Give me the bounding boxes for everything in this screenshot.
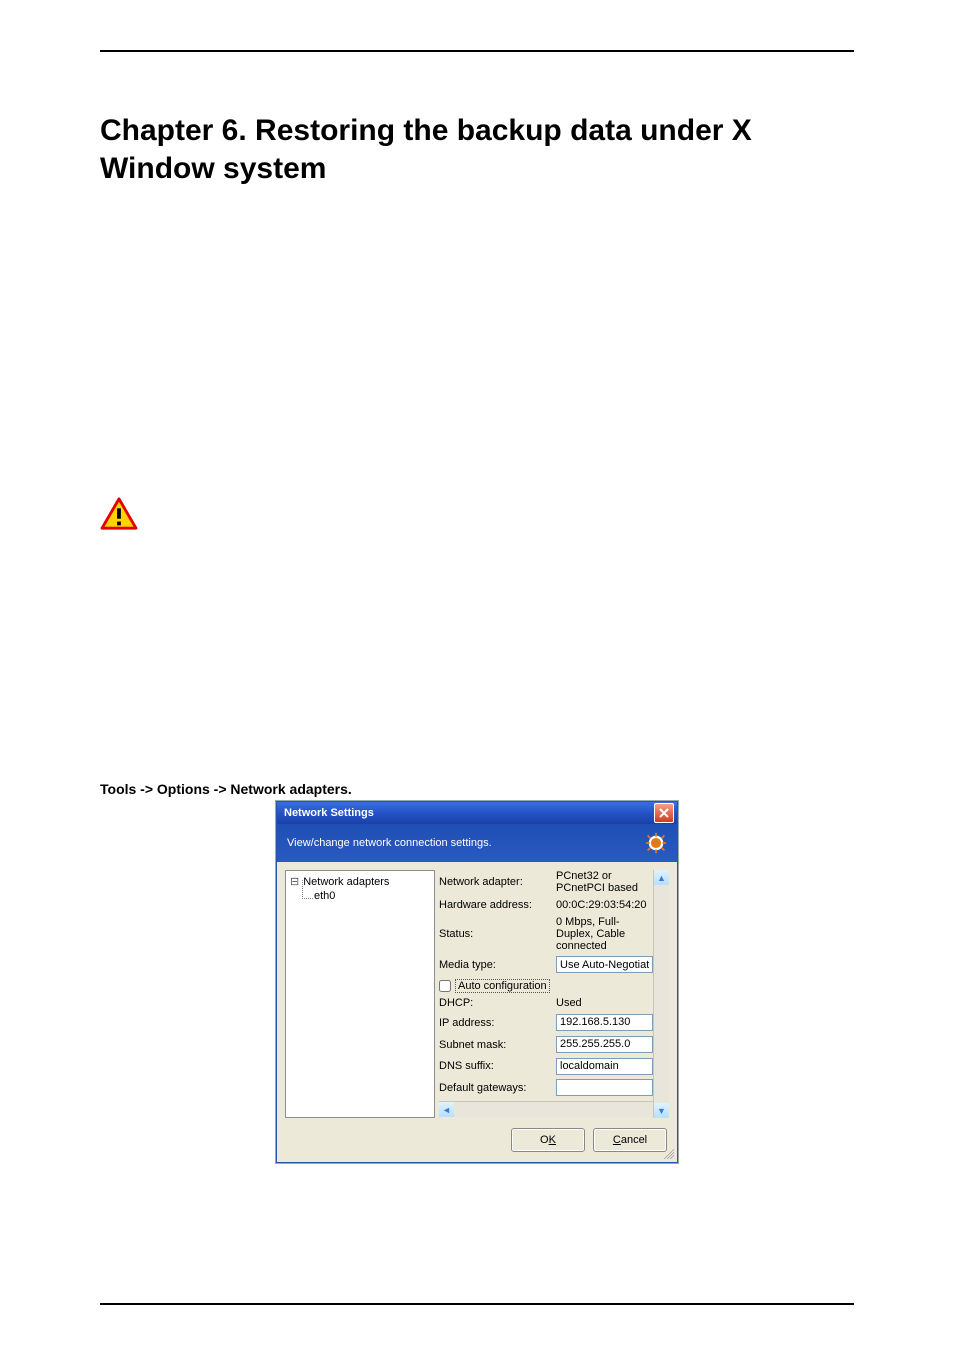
media-type-field[interactable] — [556, 956, 653, 973]
mask-field[interactable] — [556, 1036, 653, 1053]
properties-pane: Network adapter: PCnet32 or PCnetPCI bas… — [439, 870, 669, 1118]
ok-label-u: K — [549, 1134, 556, 1146]
titlebar[interactable]: Network Settings — [277, 802, 677, 824]
menu-path-text: Tools -> Options -> Network adapters. — [100, 781, 854, 797]
dialog-subtitle-band: View/change network connection settings. — [277, 824, 677, 862]
ok-label-pre: O — [540, 1134, 549, 1146]
top-rule — [100, 50, 854, 52]
mask-label: Subnet mask: — [439, 1039, 554, 1051]
auto-config-label: Auto configuration — [455, 979, 550, 993]
bottom-rule — [100, 1303, 854, 1305]
scroll-left-icon[interactable]: ◄ — [439, 1102, 454, 1117]
vertical-scrollbar[interactable]: ▲ ▼ — [653, 870, 669, 1118]
ip-label: IP address: — [439, 1017, 554, 1029]
adapter-label: Network adapter: — [439, 876, 554, 888]
hw-label: Hardware address: — [439, 899, 554, 911]
dns-field[interactable] — [556, 1058, 653, 1075]
status-label: Status: — [439, 928, 554, 940]
gear-icon — [645, 832, 667, 854]
chapter-heading: Chapter 6. Restoring the backup data und… — [100, 112, 854, 187]
tree-child-eth0[interactable]: eth0 — [314, 890, 434, 902]
dhcp-label: DHCP: — [439, 997, 554, 1009]
close-icon[interactable] — [654, 803, 674, 823]
dialog-title: Network Settings — [284, 807, 374, 819]
dns-label: DNS suffix: — [439, 1060, 554, 1072]
auto-config-row[interactable]: Auto configuration — [439, 978, 653, 993]
network-settings-dialog: Network Settings View/change network con… — [276, 801, 678, 1163]
media-label: Media type: — [439, 959, 554, 971]
dhcp-value: Used — [556, 997, 653, 1009]
scroll-down-icon[interactable]: ▼ — [654, 1103, 669, 1118]
cancel-label-u: C — [613, 1134, 621, 1146]
gw-field[interactable] — [556, 1079, 653, 1096]
auto-config-checkbox[interactable] — [439, 980, 451, 992]
cancel-button[interactable]: Cancel — [593, 1128, 667, 1152]
adapter-tree[interactable]: Network adapters eth0 — [285, 870, 435, 1118]
horizontal-scrollbar[interactable]: ◄ ► — [439, 1101, 669, 1117]
status-value: 0 Mbps, Full-Duplex, Cable connected — [556, 916, 653, 952]
cancel-label-post: ancel — [621, 1134, 647, 1146]
adapter-value: PCnet32 or PCnetPCI based — [556, 870, 653, 894]
warning-icon — [100, 497, 138, 531]
dialog-subtitle: View/change network connection settings. — [287, 837, 492, 849]
hw-value: 00:0C:29:03:54:20 — [556, 899, 653, 911]
ip-field[interactable] — [556, 1014, 653, 1031]
gw-label: Default gateways: — [439, 1082, 554, 1094]
scroll-up-icon[interactable]: ▲ — [654, 870, 669, 885]
resize-grip-icon[interactable] — [664, 1149, 674, 1159]
ok-button[interactable]: OK — [511, 1128, 585, 1152]
